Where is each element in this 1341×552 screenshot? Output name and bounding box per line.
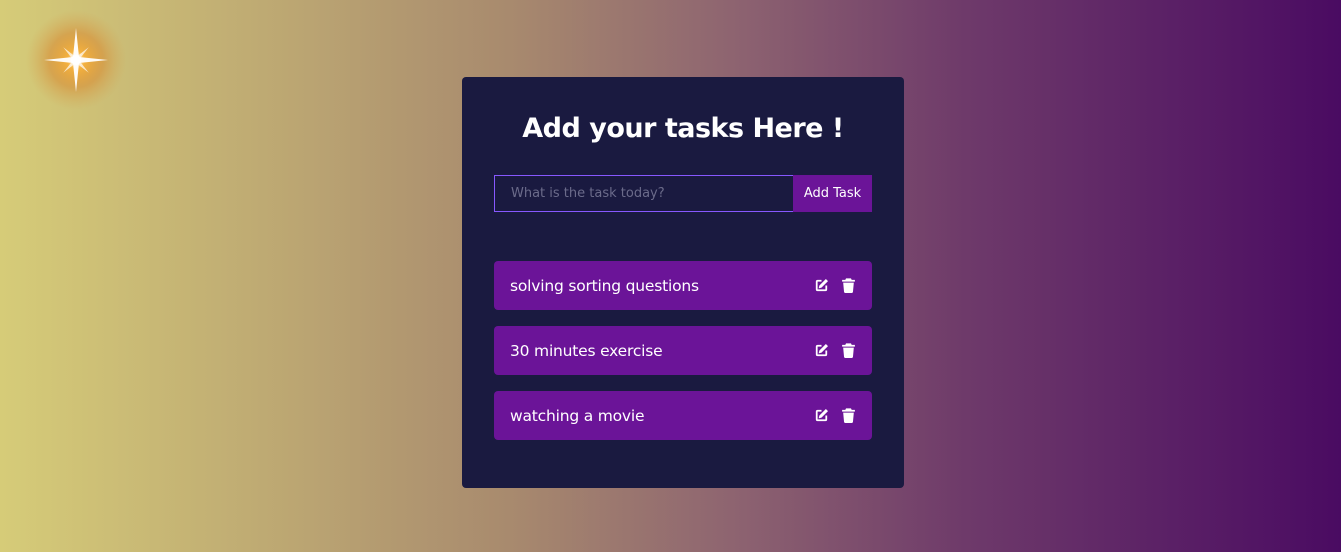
- trash-icon[interactable]: [840, 342, 857, 359]
- todo-item: solving sorting questions: [494, 261, 872, 310]
- todo-text[interactable]: 30 minutes exercise: [510, 342, 663, 360]
- trash-icon[interactable]: [840, 407, 857, 424]
- todo-actions: [813, 407, 857, 424]
- todo-actions: [813, 342, 857, 359]
- sun-flare-decoration: [26, 10, 126, 110]
- todo-item: watching a movie: [494, 391, 872, 440]
- edit-icon[interactable]: [813, 277, 830, 294]
- todo-actions: [813, 277, 857, 294]
- todo-item: 30 minutes exercise: [494, 326, 872, 375]
- add-task-button[interactable]: Add Task: [793, 175, 872, 212]
- todo-card: Add your tasks Here ! Add Task solving s…: [462, 77, 904, 488]
- edit-icon[interactable]: [813, 342, 830, 359]
- todo-text[interactable]: solving sorting questions: [510, 277, 699, 295]
- edit-icon[interactable]: [813, 407, 830, 424]
- task-form: Add Task: [494, 175, 872, 212]
- todo-list: solving sorting questions 30 minutes exe…: [494, 261, 872, 456]
- todo-text[interactable]: watching a movie: [510, 407, 645, 425]
- trash-icon[interactable]: [840, 277, 857, 294]
- page-title: Add your tasks Here !: [522, 113, 844, 144]
- task-input[interactable]: [494, 175, 793, 212]
